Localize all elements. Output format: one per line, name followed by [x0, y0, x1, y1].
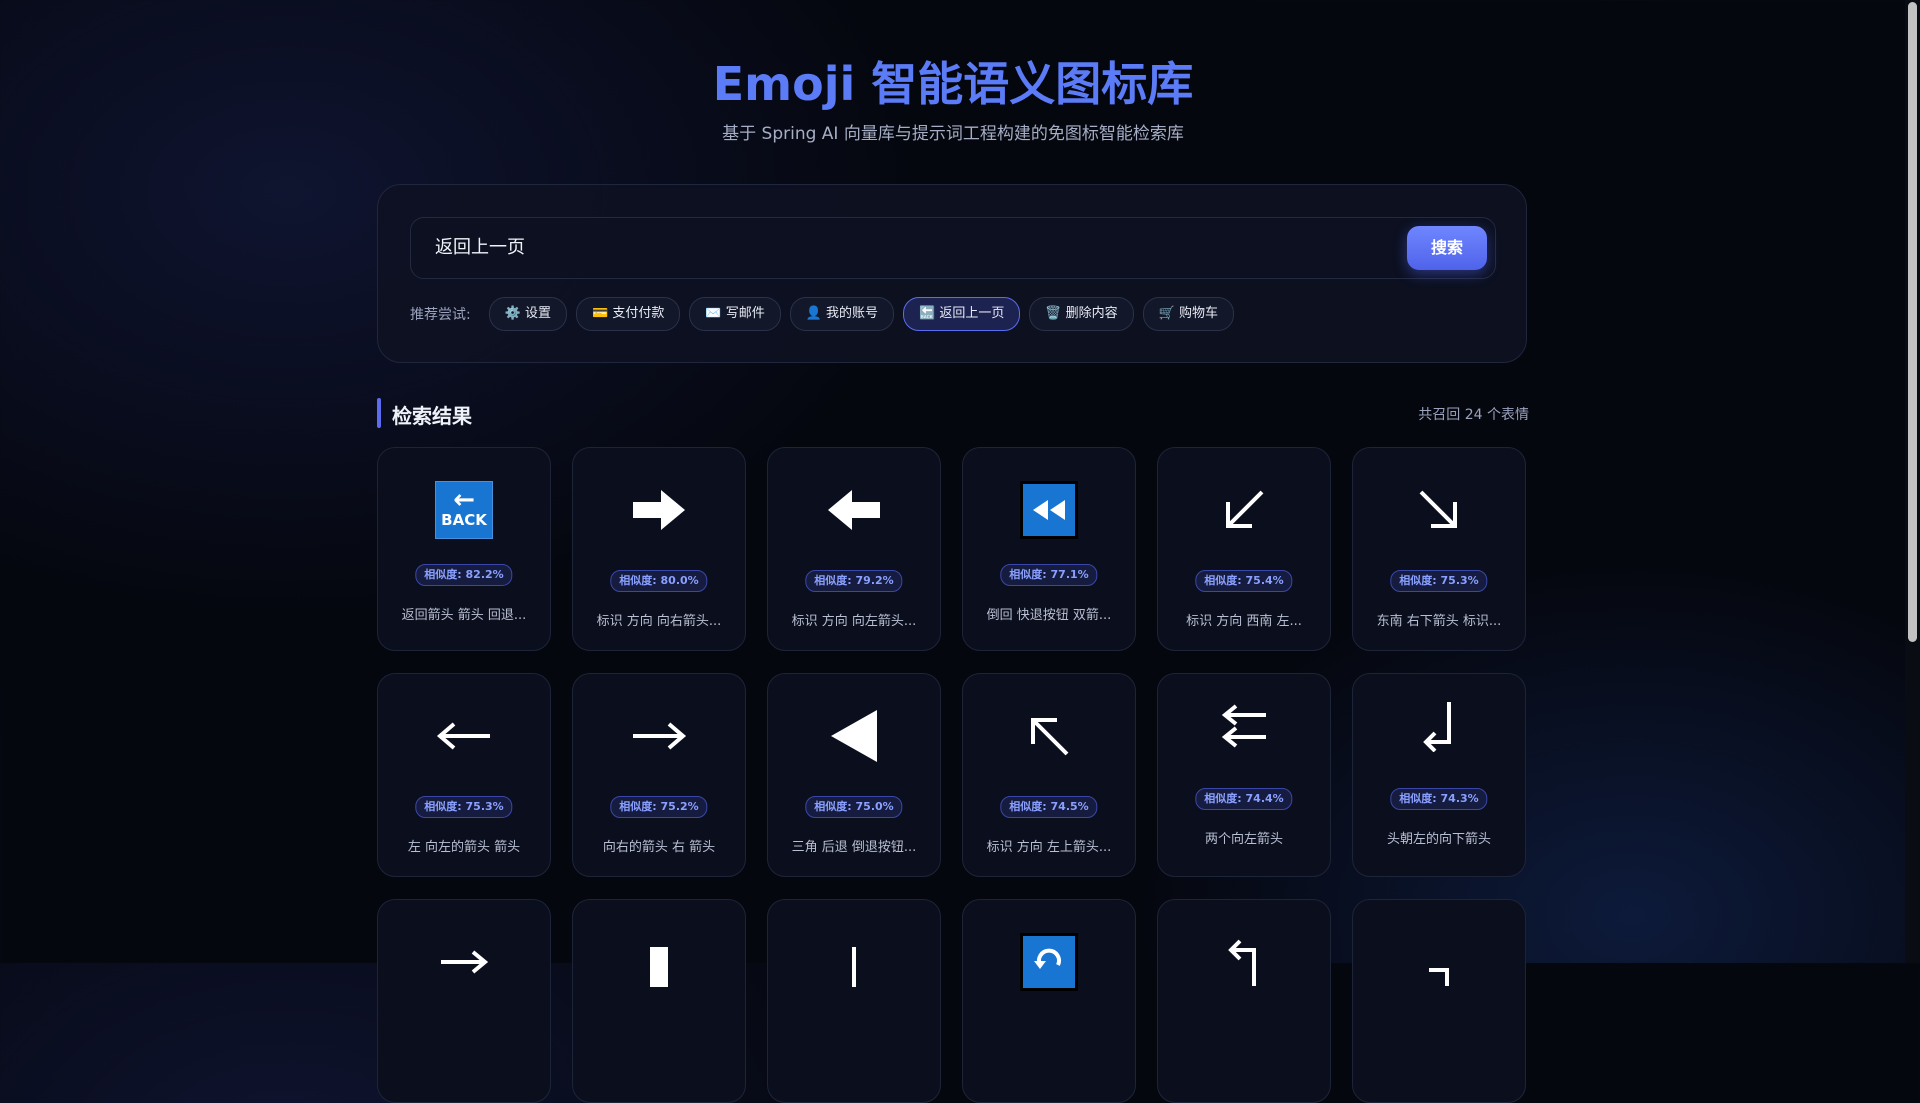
- results-title: 检索结果: [392, 404, 472, 428]
- emoji-card[interactable]: 相似度: 75.0% 三角 后退 倒退按钮...: [767, 673, 941, 877]
- similarity-badge: 相似度: 74.3%: [1390, 788, 1488, 810]
- results-count: 共召回 24 个表情: [1418, 407, 1529, 423]
- emoji-card[interactable]: 相似度: 75.3% 东南 右下箭头 标识...: [1352, 447, 1526, 651]
- page-scrollbar[interactable]: [1905, 0, 1920, 963]
- emoji-description: 返回箭头 箭头 回退...: [401, 608, 527, 623]
- similarity-badge: 相似度: 79.2%: [805, 570, 903, 592]
- emoji-card[interactable]: 相似度: 75.4% 标识 方向 西南 左...: [1157, 447, 1331, 651]
- emoji-card[interactable]: [1352, 899, 1526, 1103]
- emoji-description: 两个向左箭头: [1204, 832, 1283, 847]
- similarity-badge: 相似度: 80.0%: [610, 570, 708, 592]
- page-title: Emoji 智能语义图标库: [712, 57, 1194, 111]
- similarity-badge: 相似度: 74.5%: [1000, 796, 1098, 818]
- similarity-badge: 相似度: 75.3%: [1390, 570, 1488, 592]
- suggestion-chip-email[interactable]: ✉️ 写邮件: [689, 297, 781, 331]
- reverse-triangle-icon: [768, 704, 940, 768]
- emoji-description: 向右的箭头 右 箭头: [602, 840, 716, 855]
- down-right-arrow-icon: [1353, 478, 1525, 542]
- suggestions-row: 推荐尝试: ⚙️ 设置 💳 支付付款 ✉️ 写邮件 👤 我的账号 🔙 返回上一页…: [410, 297, 1235, 331]
- left-arrow-icon: [768, 478, 940, 542]
- scrollbar-thumb[interactable]: [1908, 2, 1917, 642]
- emoji-card[interactable]: 相似度: 77.1% 倒回 快退按钮 双箭...: [962, 447, 1136, 651]
- similarity-badge: 相似度: 75.3%: [415, 796, 513, 818]
- up-arrow-icon: [573, 930, 745, 994]
- leftwards-arrow-icon: [378, 704, 550, 768]
- similarity-badge: 相似度: 82.2%: [415, 564, 513, 586]
- emoji-description: 头朝左的向下箭头: [1386, 832, 1491, 847]
- suggestion-chip-delete[interactable]: 🗑️ 删除内容: [1029, 297, 1134, 331]
- right-arrow-icon: [573, 478, 745, 542]
- emoji-card[interactable]: 相似度: 80.0% 标识 方向 向右箭头...: [572, 447, 746, 651]
- similarity-badge: 相似度: 77.1%: [1000, 564, 1098, 586]
- similarity-badge: 相似度: 75.0%: [805, 796, 903, 818]
- emoji-card[interactable]: [1157, 899, 1331, 1103]
- down-arrow-icon: [768, 930, 940, 994]
- results-header: 检索结果 共召回 24 个表情: [377, 398, 1529, 428]
- two-left-arrows-icon: [1158, 694, 1330, 758]
- emoji-description: 东南 右下箭头 标识...: [1376, 614, 1502, 629]
- fast-reverse-icon: [963, 478, 1135, 542]
- emoji-card[interactable]: ← BACK 相似度: 82.2% 返回箭头 箭头 回退...: [377, 447, 551, 651]
- up-left-hook-arrow-icon: [1158, 930, 1330, 994]
- emoji-card[interactable]: 相似度: 74.5% 标识 方向 左上箭头...: [962, 673, 1136, 877]
- emoji-description: 标识 方向 左上箭头...: [986, 840, 1112, 855]
- suggestion-chip-cart[interactable]: 🛒 购物车: [1142, 297, 1235, 331]
- emoji-card[interactable]: [377, 899, 551, 1103]
- emoji-card[interactable]: [962, 899, 1136, 1103]
- emoji-card[interactable]: 相似度: 74.4% 两个向左箭头: [1157, 673, 1331, 877]
- counterclockwise-arrows-icon: [963, 930, 1135, 994]
- emoji-card[interactable]: 相似度: 75.3% 左 向左的箭头 箭头: [377, 673, 551, 877]
- rightwards-arrow-icon: [378, 930, 550, 994]
- search-panel: 搜索 推荐尝试: ⚙️ 设置 💳 支付付款 ✉️ 写邮件 👤 我的账号 🔙 返回…: [377, 184, 1527, 363]
- similarity-badge: 相似度: 75.2%: [610, 796, 708, 818]
- results-accent-bar: [377, 398, 381, 428]
- emoji-card[interactable]: 相似度: 79.2% 标识 方向 向左箭头...: [767, 447, 941, 651]
- suggestion-chip-account[interactable]: 👤 我的账号: [789, 297, 895, 331]
- up-left-arrow-icon: [963, 704, 1135, 768]
- search-box: 搜索: [410, 217, 1496, 279]
- down-left-hook-arrow-icon: [1353, 694, 1525, 758]
- emoji-description: 标识 方向 向左箭头...: [791, 614, 917, 629]
- suggestion-chip-settings[interactable]: ⚙️ 设置: [488, 297, 568, 331]
- search-button[interactable]: 搜索: [1407, 226, 1487, 270]
- down-left-arrow-icon: [1158, 478, 1330, 542]
- emoji-card[interactable]: [572, 899, 746, 1103]
- back-arrow-icon: ← BACK: [378, 478, 550, 542]
- similarity-badge: 相似度: 74.4%: [1195, 788, 1293, 810]
- right-hook-arrow-icon: [1353, 930, 1525, 994]
- suggestion-chip-back[interactable]: 🔙 返回上一页: [903, 297, 1021, 331]
- similarity-badge: 相似度: 75.4%: [1195, 570, 1293, 592]
- suggestion-chip-payment[interactable]: 💳 支付付款: [576, 297, 681, 331]
- rightwards-arrow-icon: [573, 704, 745, 768]
- emoji-description: 标识 方向 西南 左...: [1186, 614, 1302, 629]
- emoji-card[interactable]: [767, 899, 941, 1103]
- emoji-description: 三角 后退 倒退按钮...: [791, 840, 917, 855]
- page-subtitle: 基于 Spring AI 向量库与提示词工程构建的免图标智能检索库: [722, 124, 1184, 144]
- emoji-card[interactable]: 相似度: 75.2% 向右的箭头 右 箭头: [572, 673, 746, 877]
- emoji-description: 标识 方向 向右箭头...: [596, 614, 722, 629]
- emoji-description: 倒回 快退按钮 双箭...: [986, 608, 1112, 623]
- emoji-card[interactable]: 相似度: 74.3% 头朝左的向下箭头: [1352, 673, 1526, 877]
- search-input[interactable]: [435, 218, 1335, 278]
- suggestions-label: 推荐尝试:: [410, 307, 471, 323]
- emoji-description: 左 向左的箭头 箭头: [407, 840, 521, 855]
